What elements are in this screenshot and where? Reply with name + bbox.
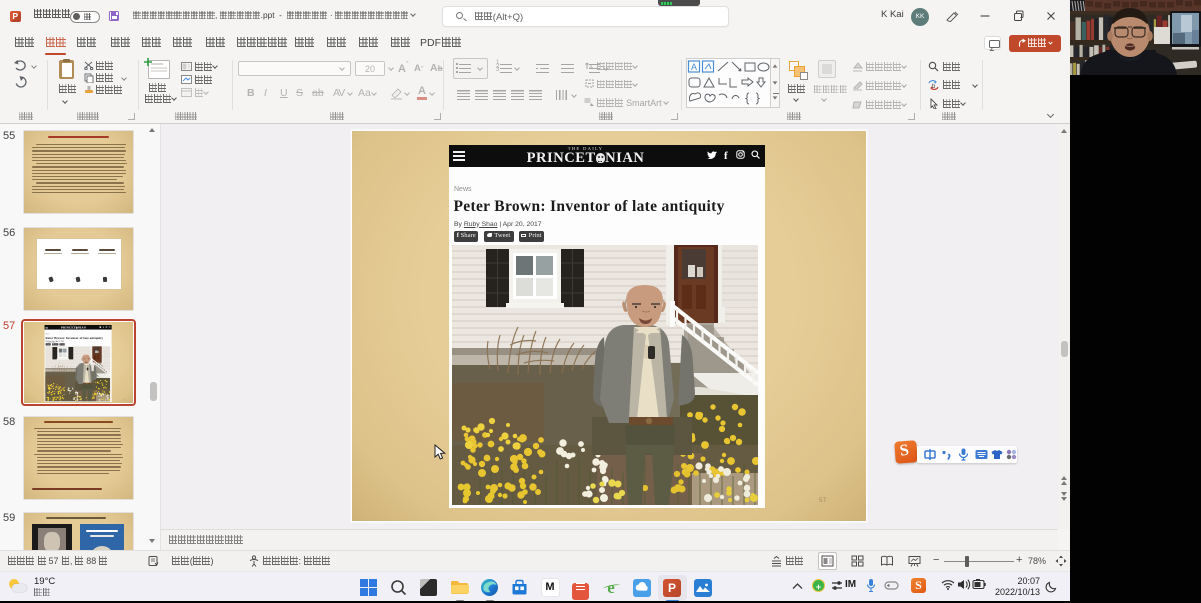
svg-text:A: A (691, 62, 697, 72)
svg-text:A: A (589, 65, 593, 70)
